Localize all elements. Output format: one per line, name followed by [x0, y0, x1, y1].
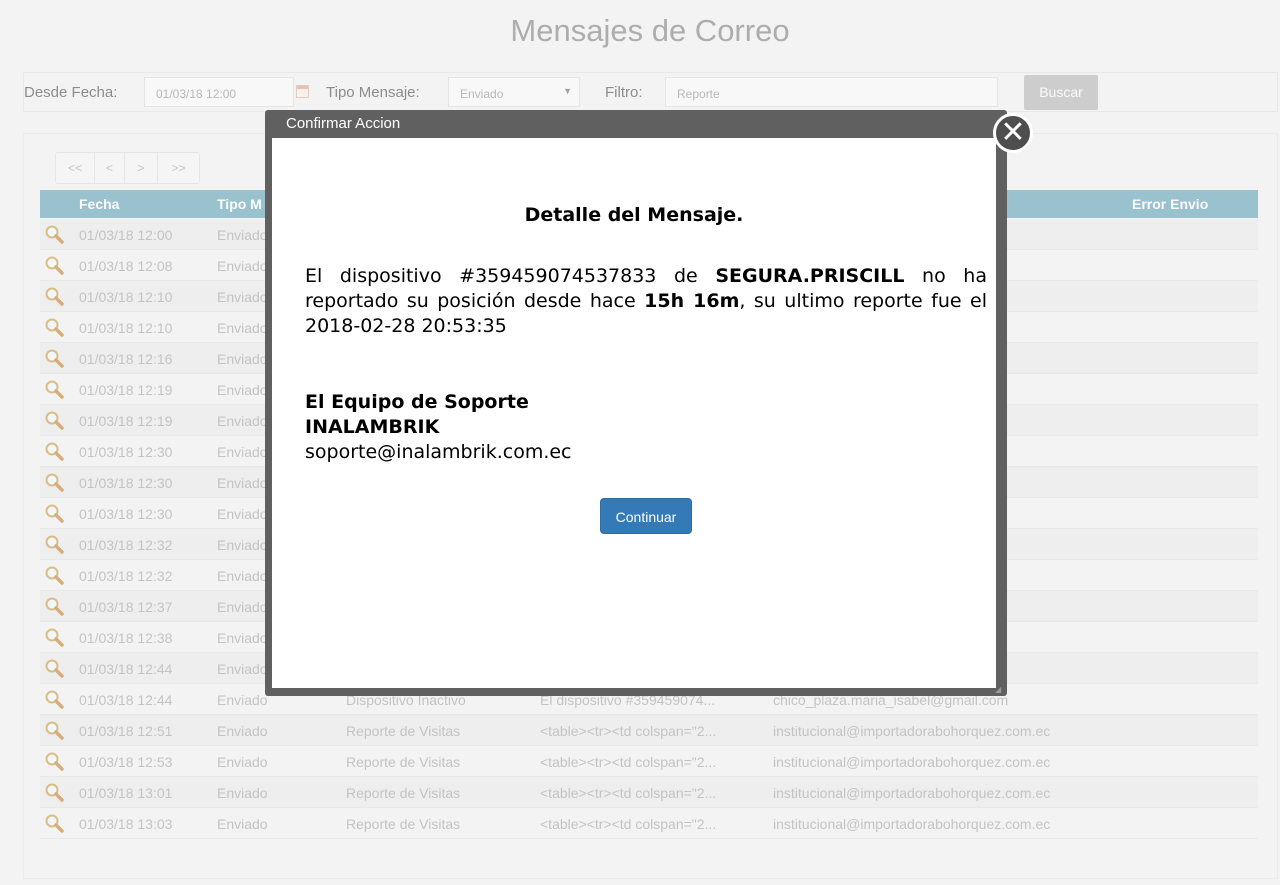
- close-icon[interactable]: ✕: [993, 113, 1033, 153]
- message-detail-heading: Detalle del Mensaje.: [524, 204, 744, 226]
- resize-handle-icon[interactable]: ◢: [995, 685, 1001, 694]
- signature-email: soporte@inalambrik.com.ec: [305, 441, 572, 463]
- continuar-button[interactable]: Continuar: [600, 498, 692, 534]
- dialog-title: Confirmar Accion: [286, 115, 401, 132]
- message-detail-text: El dispositivo #359459074537833 de SEGUR…: [305, 265, 987, 337]
- signature-company: INALAMBRIK: [305, 416, 440, 438]
- dialog-body: Detalle del Mensaje. El dispositivo #359…: [272, 138, 996, 688]
- confirm-dialog: Confirmar Accion Detalle del Mensaje. El…: [265, 110, 1007, 696]
- signature: El Equipo de Soporte INALAMBRIK soporte@…: [305, 390, 572, 465]
- signature-team: El Equipo de Soporte: [305, 391, 529, 413]
